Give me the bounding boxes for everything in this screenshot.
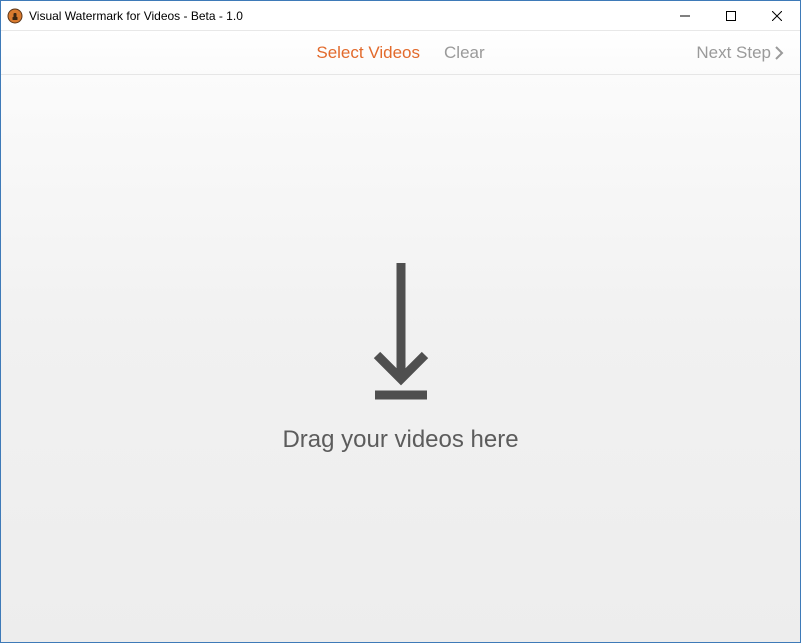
app-window: Visual Watermark for Videos - Beta - 1.0 xyxy=(0,0,801,643)
chevron-right-icon xyxy=(775,46,784,60)
toolbar-center: Select Videos Clear xyxy=(316,43,484,63)
dropzone[interactable]: Drag your videos here xyxy=(1,75,800,642)
next-step-button[interactable]: Next Step xyxy=(696,43,784,63)
minimize-icon xyxy=(680,11,690,21)
maximize-button[interactable] xyxy=(708,1,754,30)
minimize-button[interactable] xyxy=(662,1,708,30)
download-arrow-icon xyxy=(369,263,433,408)
app-icon xyxy=(7,8,23,24)
titlebar: Visual Watermark for Videos - Beta - 1.0 xyxy=(1,1,800,31)
window-controls xyxy=(662,1,800,30)
toolbar: Select Videos Clear Next Step xyxy=(1,31,800,75)
close-button[interactable] xyxy=(754,1,800,30)
clear-button[interactable]: Clear xyxy=(444,43,485,63)
next-step-label: Next Step xyxy=(696,43,771,63)
select-videos-button[interactable]: Select Videos xyxy=(316,43,420,63)
window-title: Visual Watermark for Videos - Beta - 1.0 xyxy=(29,9,243,23)
dropzone-message: Drag your videos here xyxy=(282,426,518,454)
maximize-icon xyxy=(726,11,736,21)
close-icon xyxy=(772,11,782,21)
